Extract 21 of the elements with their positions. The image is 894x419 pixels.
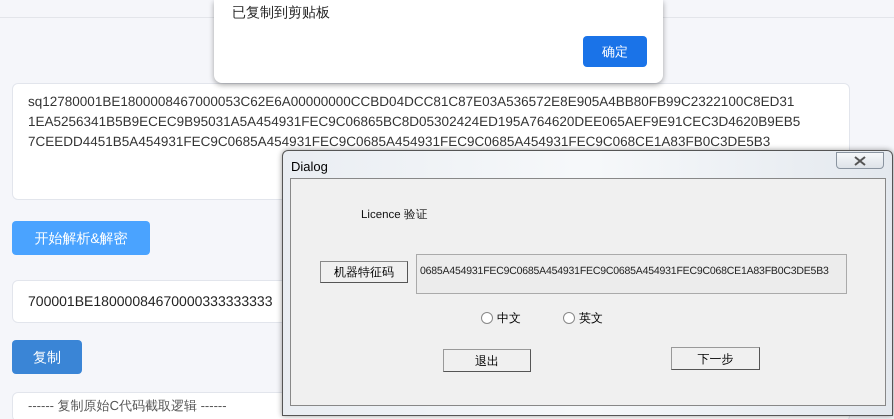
- section-heading: ------ 复制原始C代码截取逻辑 ------: [28, 398, 227, 413]
- radio-button[interactable]: [563, 312, 575, 324]
- radio-button[interactable]: [481, 312, 493, 324]
- close-button[interactable]: [836, 152, 884, 169]
- machine-code-text: 0685A454931FEC9C0685A454931FEC9C0685A454931FEC9C068CE1A83FB0C3DE5B3: [420, 265, 829, 277]
- copy-button[interactable]: 复制: [12, 340, 82, 374]
- result-text: 700001BE18000084670000333333333: [28, 292, 272, 311]
- source-text-line: 7CEEDD4451B5A454931FEC9C0685A454931FEC9C0685A454931FEC9C0685A454931FEC9C068CE1A83FB0C3DE5B3: [28, 134, 770, 150]
- close-icon: [854, 156, 866, 166]
- machine-code-button[interactable]: 机器特征码: [320, 261, 408, 283]
- source-text-line: 1EA5256341B5B9ECEC9B95031A5A454931FEC9C06865BC8D05302424ED195A764620DEE065AEF9E91CEC3D4620B9EB5: [28, 114, 800, 130]
- exit-button[interactable]: 退出: [443, 349, 531, 372]
- next-button[interactable]: 下一步: [671, 347, 760, 370]
- ok-button[interactable]: 确定: [583, 36, 647, 67]
- radio-label: 英文: [579, 310, 603, 327]
- dialog-heading: Licence 验证: [361, 208, 428, 223]
- source-text-line: sq12780001BE1800008467000053C62E6A00000000CCBD04DCC81C87E03A536572E8E905A4BB80FB99C2322100C8ED31: [28, 94, 794, 110]
- machine-code-field[interactable]: 0685A454931FEC9C0685A454931FEC9C0685A454931FEC9C068CE1A83FB0C3DE5B3: [416, 254, 847, 294]
- alert-message: 已复制到剪贴板: [232, 3, 330, 22]
- radio-label: 中文: [497, 310, 521, 327]
- dialog-title: Dialog: [291, 158, 328, 176]
